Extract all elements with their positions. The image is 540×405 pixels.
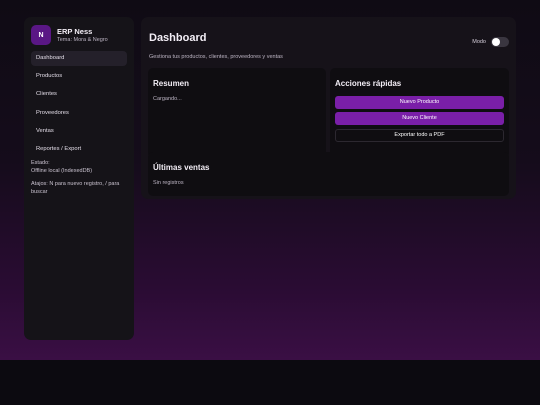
quick-actions-title: Acciones rápidas — [335, 79, 402, 88]
new-client-button[interactable]: Nuevo Cliente — [335, 112, 504, 125]
sidebar-item-reportes[interactable]: Reportes / Export — [31, 142, 127, 157]
sidebar-item-proveedores[interactable]: Proveedores — [31, 106, 127, 121]
mode-label: Modo — [472, 39, 486, 45]
shortcuts-hint: Atajos: N para nuevo registro, / para bu… — [31, 181, 120, 195]
sidebar-item-clientes[interactable]: Clientes — [31, 87, 127, 102]
recent-sales-empty: Sin registros — [153, 180, 184, 186]
export-pdf-button[interactable]: Exportar todo a PDF — [335, 129, 504, 142]
brand-text: ERP Ness Tema: Mora & Negro — [57, 27, 108, 43]
main-panel: Dashboard Gestiona tus productos, client… — [141, 17, 516, 199]
mode-toggle[interactable] — [491, 37, 509, 47]
sidebar-nav: Dashboard Productos Clientes Proveedores… — [31, 51, 127, 157]
mode-switch: Modo — [472, 37, 509, 47]
background-footer-band — [0, 360, 540, 405]
summary-title: Resumen — [153, 79, 190, 88]
summary-loading: Cargando... — [153, 96, 182, 102]
app-logo: N — [31, 25, 51, 45]
toggle-knob — [492, 38, 500, 46]
quick-actions-card: Acciones rápidas Nuevo Producto Nuevo Cl… — [330, 68, 509, 158]
summary-card: Resumen Cargando... — [148, 68, 326, 158]
new-product-button[interactable]: Nuevo Producto — [335, 96, 504, 109]
recent-sales-title: Últimas ventas — [153, 163, 210, 172]
sidebar-item-productos[interactable]: Productos — [31, 69, 127, 84]
page-title: Dashboard — [149, 32, 207, 44]
status-block: Estado: Offline local (IndexedDB) — [31, 160, 127, 175]
theme-label: Tema: Mora & Negro — [57, 37, 108, 43]
recent-sales-card: Últimas ventas Sin registros — [148, 152, 509, 196]
page-subtitle: Gestiona tus productos, clientes, provee… — [149, 54, 283, 60]
sidebar-item-ventas[interactable]: Ventas — [31, 124, 127, 139]
app-name: ERP Ness — [57, 27, 93, 36]
status-value: Offline local (IndexedDB) — [31, 167, 93, 174]
sidebar: N ERP Ness Tema: Mora & Negro Dashboard … — [24, 17, 134, 340]
sidebar-item-dashboard[interactable]: Dashboard — [31, 51, 127, 66]
brand: N ERP Ness Tema: Mora & Negro — [31, 25, 127, 45]
status-label: Estado: — [31, 160, 50, 167]
